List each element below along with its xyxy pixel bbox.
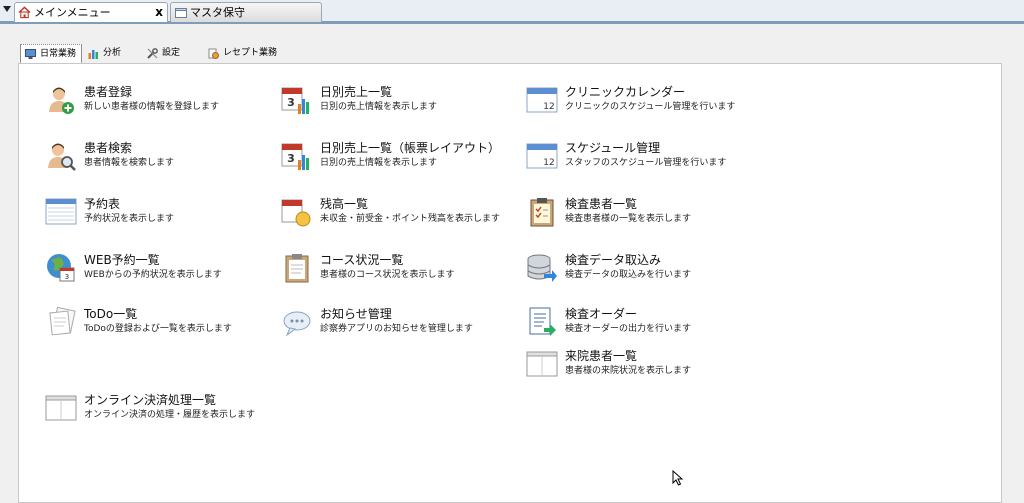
menu-desc: WEBからの予約状況を表示します xyxy=(84,270,222,280)
menu-content: 患者登録 新しい患者様の情報を登録します 患者検索 患者情報を検索します 予約表… xyxy=(18,63,1002,503)
mouse-cursor-icon xyxy=(672,470,684,486)
menu-desc: 患者情報を検索します xyxy=(84,158,175,168)
subtab-receipt[interactable]: レセプト業務 xyxy=(204,44,290,63)
calendar-icon: 12 xyxy=(526,143,558,169)
menu-title: 来院患者一覧 xyxy=(565,349,638,363)
menu-title: 日別売上一覧 xyxy=(320,85,393,99)
menu-desc: オンライン決済の処理・履歴を表示します xyxy=(84,410,256,420)
globe-calendar-icon: 3 xyxy=(47,254,75,282)
menu-title: WEB予約一覧 xyxy=(84,253,160,267)
calendar-icon: 12 xyxy=(526,87,558,113)
speech-bubble-icon xyxy=(283,311,311,337)
menu-desc: 検査データの取込みを行います xyxy=(565,270,692,280)
calendar-chart-icon: 3 xyxy=(281,143,309,170)
window-tab-bar: メインメニュー x マスタ保守 xyxy=(0,0,1024,24)
menu-title: スケジュール管理 xyxy=(565,141,661,155)
tab-main-menu[interactable]: メインメニュー x xyxy=(14,2,168,22)
monitor-icon xyxy=(25,49,36,59)
receipt-icon xyxy=(208,48,219,59)
main-panel: 日常業務 分析 設定 レセプト業務 患者登録 新しい患者様の情報を登録します 患… xyxy=(0,28,1024,503)
menu-desc: 患者様のコース状況を表示します xyxy=(320,270,455,280)
menu-desc: 予約状況を表示します xyxy=(84,214,175,224)
window-list-icon xyxy=(45,395,77,421)
menu-title: クリニックカレンダー xyxy=(565,85,686,99)
menu-desc: 患者様の来院状況を表示します xyxy=(565,366,692,376)
subtab-daily-work[interactable]: 日常業務 xyxy=(20,44,82,63)
add-patient-icon xyxy=(49,87,74,114)
subtab-analysis[interactable]: 分析 xyxy=(84,44,130,63)
subtab-receipt-label: レセプト業務 xyxy=(223,48,278,58)
calendar-number: 12 xyxy=(543,102,554,112)
calendar-chart-icon: 3 xyxy=(281,87,309,114)
menu-title: 検査データ取込み xyxy=(565,253,662,267)
menu-title: ToDo一覧 xyxy=(84,307,138,321)
menu-title: 検査患者一覧 xyxy=(565,197,638,211)
close-tab-button[interactable]: x xyxy=(155,3,163,21)
schedule-table-icon xyxy=(45,198,77,225)
search-patient-icon xyxy=(48,143,76,171)
subtab-settings[interactable]: 設定 xyxy=(143,44,189,63)
database-import-icon xyxy=(527,254,557,282)
menu-desc: スタッフのスケジュール管理を行います xyxy=(565,158,727,168)
calendar-number: 3 xyxy=(287,152,295,165)
menu-title: 予約表 xyxy=(84,197,121,211)
menu-title: お知らせ管理 xyxy=(320,307,392,321)
subtab-daily-work-label: 日常業務 xyxy=(40,49,77,59)
menu-desc: クリニックのスケジュール管理を行います xyxy=(565,102,736,112)
menu-title: 患者登録 xyxy=(84,85,133,99)
bar-chart-icon xyxy=(88,50,98,59)
menu-desc: 検査オーダーの出力を行います xyxy=(565,324,692,334)
calendar-number: 3 xyxy=(65,273,69,281)
tab-list-dropdown-icon[interactable] xyxy=(3,6,11,12)
calendar-number: 12 xyxy=(543,158,554,168)
folder-icon xyxy=(175,8,187,18)
tab-main-menu-label: メインメニュー xyxy=(34,6,111,19)
tab-master-maintenance[interactable]: マスタ保守 xyxy=(170,2,322,22)
clipboard-icon xyxy=(285,254,309,283)
menu-title: 残高一覧 xyxy=(320,197,369,211)
menu-desc: 日別の売上情報を表示します xyxy=(320,102,438,112)
menu-desc: 検査患者様の一覧を表示します xyxy=(565,214,692,224)
menu-title: 検査オーダー xyxy=(565,307,638,321)
subtab-settings-label: 設定 xyxy=(162,48,181,58)
menu-desc: 新しい患者様の情報を登録します xyxy=(84,102,220,112)
tools-icon xyxy=(147,48,158,59)
menu-title: 患者検索 xyxy=(84,141,133,155)
tab-master-maintenance-label: マスタ保守 xyxy=(190,6,245,19)
menu-desc: 日別の売上情報を表示します xyxy=(320,158,438,168)
calendar-number: 3 xyxy=(287,96,295,109)
calendar-coin-icon xyxy=(281,199,311,227)
menu-desc: 診察券アプリのお知らせを管理します xyxy=(320,324,473,334)
menu-desc: ToDoの登録および一覧を表示します xyxy=(84,324,232,334)
menu-desc: 未収金・前受金・ポイント残高を表示します xyxy=(320,214,501,224)
window-list-icon xyxy=(526,351,558,377)
menu-title: コース状況一覧 xyxy=(320,253,404,267)
documents-icon xyxy=(49,306,76,336)
menu-title: 日別売上一覧（帳票レイアウト） xyxy=(320,141,501,155)
menu-title: オンライン決済処理一覧 xyxy=(84,393,217,407)
home-icon xyxy=(18,6,31,19)
subtab-analysis-label: 分析 xyxy=(103,48,122,58)
document-export-icon xyxy=(529,307,556,336)
checklist-clipboard-icon xyxy=(530,198,554,227)
